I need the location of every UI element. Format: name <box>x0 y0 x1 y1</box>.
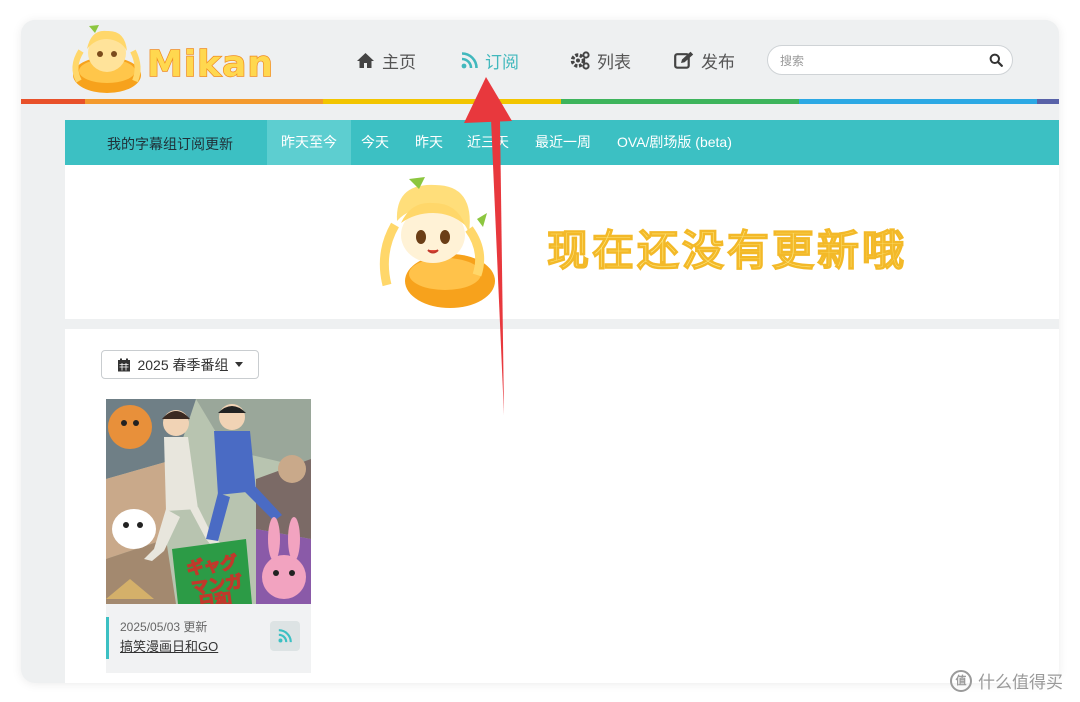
site-watermark: 值 什么值得买 <box>950 668 1063 693</box>
annotation-arrow <box>464 77 512 415</box>
card-subscribe-button[interactable] <box>270 621 300 651</box>
season-panel: 2025 春季番组 ギャグ マンガ 日和 2025/05/03 更新 搞笑漫画日… <box>65 329 1059 683</box>
nav-subscribe-label: 订阅 <box>485 52 519 72</box>
site-header: Mikan 主页 订阅 列表 发布 搜索 <box>21 20 1059 104</box>
home-icon <box>357 52 374 68</box>
gears-icon <box>570 50 590 70</box>
nav-publish[interactable]: 发布 <box>674 48 735 72</box>
watermark-logo-icon: 值 <box>950 669 972 692</box>
tab-ova-movie[interactable]: OVA/剧场版 (beta) <box>617 120 732 165</box>
poster-image: ギャグ マンガ 日和 <box>106 399 311 604</box>
rainbow-divider <box>21 99 1059 104</box>
subscription-subnav: 我的字幕组订阅更新 昨天至今 今天 昨天 近三天 最近一周 OVA/剧场版 (b… <box>65 120 1059 165</box>
tab-yesterday[interactable]: 昨天 <box>415 120 443 165</box>
site-logo[interactable]: Mikan <box>65 23 280 95</box>
logo-text: Mikan <box>146 43 275 85</box>
season-dropdown[interactable]: 2025 春季番组 <box>101 350 259 379</box>
anime-card[interactable]: ギャグ マンガ 日和 2025/05/03 更新 搞笑漫画日和GO <box>106 399 311 673</box>
mascot-logo-icon <box>72 25 141 93</box>
search-box <box>767 45 1013 75</box>
nav-list[interactable]: 列表 <box>569 48 631 72</box>
tab-yesterday-to-now[interactable]: 昨天至今 <box>267 120 351 165</box>
anime-poster[interactable]: ギャグ マンガ 日和 <box>106 399 311 604</box>
rss-icon <box>461 51 478 68</box>
tab-today[interactable]: 今天 <box>361 120 389 165</box>
search-input[interactable] <box>778 50 982 72</box>
card-update-date: 2025/05/03 更新 <box>120 620 208 634</box>
browser-frame: Mikan 主页 订阅 列表 发布 搜索 我的字幕组订阅更新 昨天至今 今天 昨… <box>21 20 1059 683</box>
calendar-icon <box>118 358 131 371</box>
card-title-link[interactable]: 搞笑漫画日和GO <box>120 636 218 655</box>
chevron-down-icon <box>234 362 243 367</box>
subnav-title: 我的字幕组订阅更新 <box>107 136 233 152</box>
card-accent-bar <box>106 617 109 659</box>
nav-subscribe[interactable]: 订阅 <box>461 48 519 72</box>
rss-icon <box>278 629 292 643</box>
no-updates-message: 现在还没有更新哦 <box>546 225 908 275</box>
search-icon[interactable] <box>989 53 1003 67</box>
edit-icon <box>674 51 694 69</box>
nav-publish-label: 发布 <box>701 52 735 72</box>
nav-list-label: 列表 <box>597 52 631 72</box>
tab-last-week[interactable]: 最近一周 <box>535 120 591 165</box>
season-label: 2025 春季番组 <box>137 356 229 373</box>
nav-home[interactable]: 主页 <box>356 48 416 72</box>
no-updates-banner: 现在还没有更新哦 <box>65 165 1059 319</box>
watermark-text: 什么值得买 <box>978 673 1063 692</box>
nav-home-label: 主页 <box>382 52 416 72</box>
